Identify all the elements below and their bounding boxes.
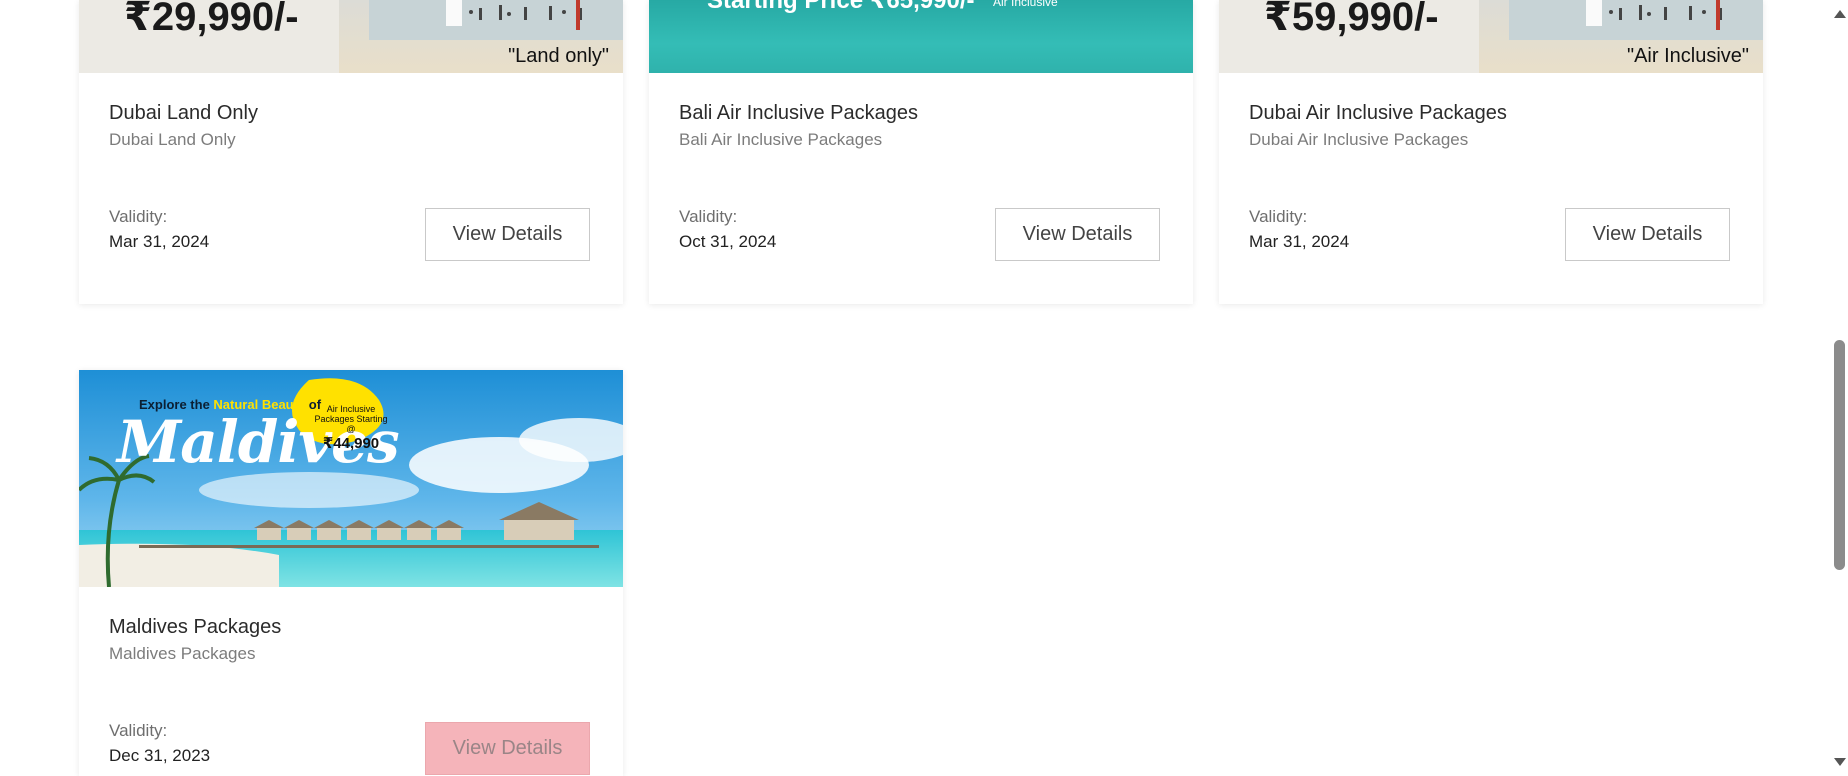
scrollbar-thumb[interactable]	[1834, 340, 1845, 570]
card-subtitle: Dubai Land Only	[109, 130, 236, 149]
banner-price: ₹29,990/-	[124, 0, 299, 39]
card-title: Dubai Land Only	[109, 102, 258, 124]
validity-date: Dec 31, 2023	[109, 746, 211, 765]
bali-air-banner-image: Starting Price ₹65,990/- Air Inclusive	[649, 0, 1193, 73]
card-subtitle: Dubai Air Inclusive Packages	[1249, 130, 1469, 149]
card-title: Bali Air Inclusive Packages	[679, 102, 919, 124]
validity-label: Validity:	[679, 207, 738, 226]
validity-label: Validity:	[1249, 207, 1308, 226]
view-details-button[interactable]: View Details	[995, 208, 1160, 261]
maldives-banner-image: Explore the Natural Beauty of Maldives A…	[79, 370, 623, 587]
package-card-maldives[interactable]: Explore the Natural Beauty of Maldives A…	[79, 370, 623, 776]
card-subtitle: Bali Air Inclusive Packages	[679, 130, 883, 149]
banner-badge-line1: Air Inclusive	[326, 404, 376, 414]
dubai-land-banner-image: ₹29,990/- "Land only"	[79, 0, 623, 73]
banner-badge-line2: Packages Starting @	[314, 414, 388, 434]
dubai-air-banner-image: ₹59,990/- "Air Inclusive"	[1219, 0, 1763, 73]
validity-label: Validity:	[109, 721, 168, 740]
validity-date: Oct 31, 2024	[679, 232, 777, 251]
validity-label: Validity:	[109, 207, 168, 226]
card-title: Maldives Packages	[109, 616, 282, 638]
page-scrollbar[interactable]	[1830, 0, 1848, 776]
banner-price: Starting Price ₹65,990/-	[707, 0, 975, 14]
validity-date: Mar 31, 2024	[109, 232, 210, 251]
banner-tag: "Air Inclusive"	[1626, 45, 1749, 67]
validity-date: Mar 31, 2024	[1249, 232, 1350, 251]
banner-price: ₹59,990/-	[1264, 0, 1439, 39]
banner-badge: Air Inclusive Packages Starting @ ₹44,99…	[311, 404, 391, 452]
banner-badge-price: ₹44,990	[322, 435, 380, 452]
package-card-bali-air[interactable]: Starting Price ₹65,990/- Air Inclusive B…	[649, 0, 1193, 304]
package-card-dubai-air[interactable]: ₹59,990/- "Air Inclusive" Dubai Air Incl…	[1219, 0, 1763, 304]
banner-tag: Air Inclusive	[993, 0, 1058, 9]
card-subtitle: Maldives Packages	[109, 644, 256, 663]
scroll-down-arrow-icon[interactable]	[1834, 758, 1846, 766]
view-details-button[interactable]: View Details	[425, 722, 590, 775]
package-card-dubai-land[interactable]: ₹29,990/- "Land only" Dubai Land Only Du…	[79, 0, 623, 304]
banner-tag: "Land only"	[508, 45, 609, 67]
view-details-button[interactable]: View Details	[425, 208, 590, 261]
view-details-button[interactable]: View Details	[1565, 208, 1730, 261]
scroll-up-arrow-icon[interactable]	[1834, 10, 1846, 18]
card-title: Dubai Air Inclusive Packages	[1249, 102, 1507, 124]
